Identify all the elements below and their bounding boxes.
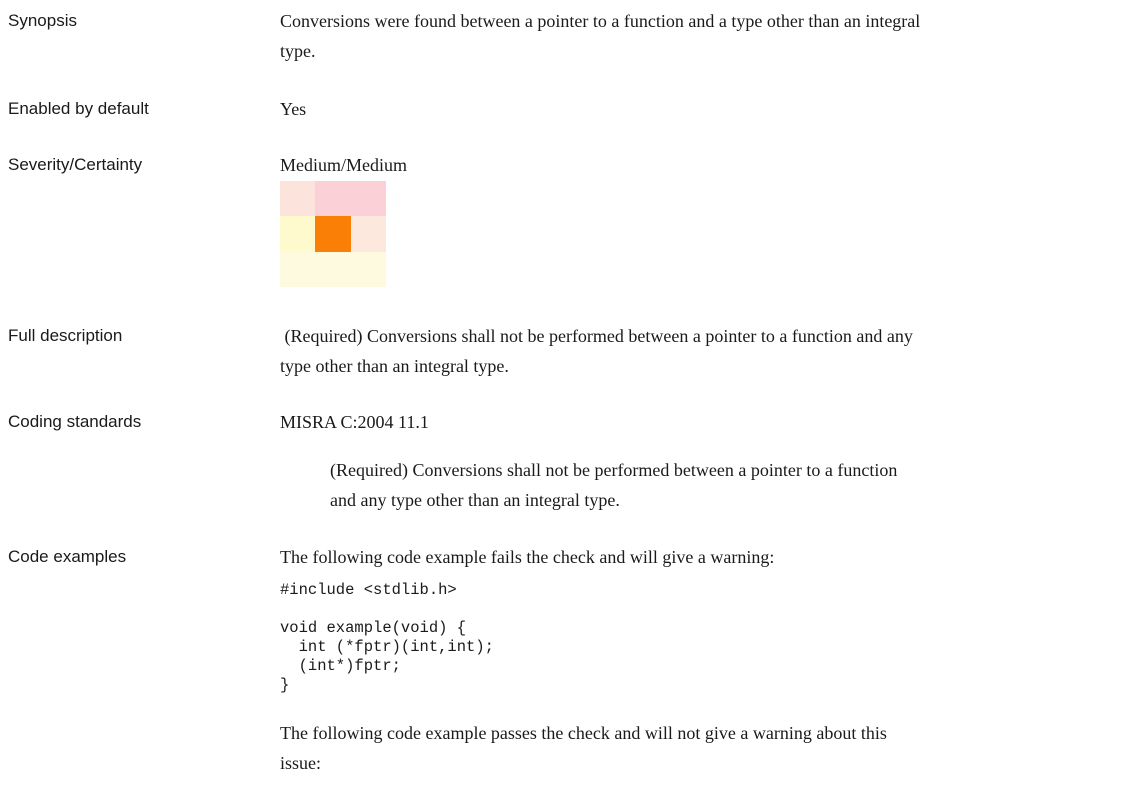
full-description-label: Full description <box>8 326 123 345</box>
code-example-pass-intro-line-2: issue: <box>280 753 322 773</box>
severity-certainty-matrix <box>280 181 386 287</box>
sev-low-cert-low-cell <box>280 251 316 287</box>
code-line: int (*fptr)(int,int); <box>280 638 494 656</box>
synopsis-label: Synopsis <box>8 11 77 30</box>
sev-low-cert-med-cell <box>280 216 316 252</box>
severity-certainty-value: Medium/Medium <box>280 155 407 175</box>
coding-standard-quote: (Required) Conversions shall not be perf… <box>330 455 1120 515</box>
full-description-line-2: type other than an integral type. <box>280 356 509 376</box>
enabled-by-default-value: Yes <box>280 99 307 119</box>
coding-standard-quote-line-2: and any type other than an integral type… <box>330 490 620 510</box>
full-description-line-1: (Required) Conversions shall not be perf… <box>280 326 913 346</box>
code-line: } <box>280 676 290 694</box>
code-block-fail-example: void example(void) { int (*fptr)(int,int… <box>280 619 494 695</box>
code-line: void example(void) { <box>280 619 467 637</box>
sev-high-cert-high-cell <box>350 181 386 217</box>
code-example-pass-intro: The following code example passes the ch… <box>280 718 1120 778</box>
code-block-include: #include <stdlib.h> <box>280 581 457 600</box>
sev-med-cert-low-cell <box>315 251 351 287</box>
severity-certainty-label: Severity/Certainty <box>8 155 143 174</box>
coding-standards-label: Coding standards <box>8 412 142 431</box>
synopsis-text-line-1: Conversions were found between a pointer… <box>280 11 921 31</box>
synopsis-text: Conversions were found between a pointer… <box>280 6 1120 66</box>
code-examples-label: Code examples <box>8 547 127 566</box>
coding-standard-quote-line-1: (Required) Conversions shall not be perf… <box>330 460 898 480</box>
code-example-pass-intro-line-1: The following code example passes the ch… <box>280 723 887 743</box>
enabled-by-default-label: Enabled by default <box>8 99 149 118</box>
coding-standard-id: MISRA C:2004 11.1 <box>280 412 429 432</box>
sev-med-cert-high-cell <box>315 181 351 217</box>
sev-high-cert-low-cell <box>350 251 386 287</box>
sev-high-cert-med-cell <box>350 216 386 252</box>
full-description-text: (Required) Conversions shall not be perf… <box>280 321 1120 381</box>
code-example-fail-intro: The following code example fails the che… <box>280 547 775 567</box>
code-line: (int*)fptr; <box>280 657 401 675</box>
code-line-include: #include <stdlib.h> <box>280 581 457 599</box>
sev-low-cert-high-cell <box>280 181 316 217</box>
sev-med-cert-med-cell <box>315 216 351 252</box>
synopsis-text-line-2: type. <box>280 41 316 61</box>
